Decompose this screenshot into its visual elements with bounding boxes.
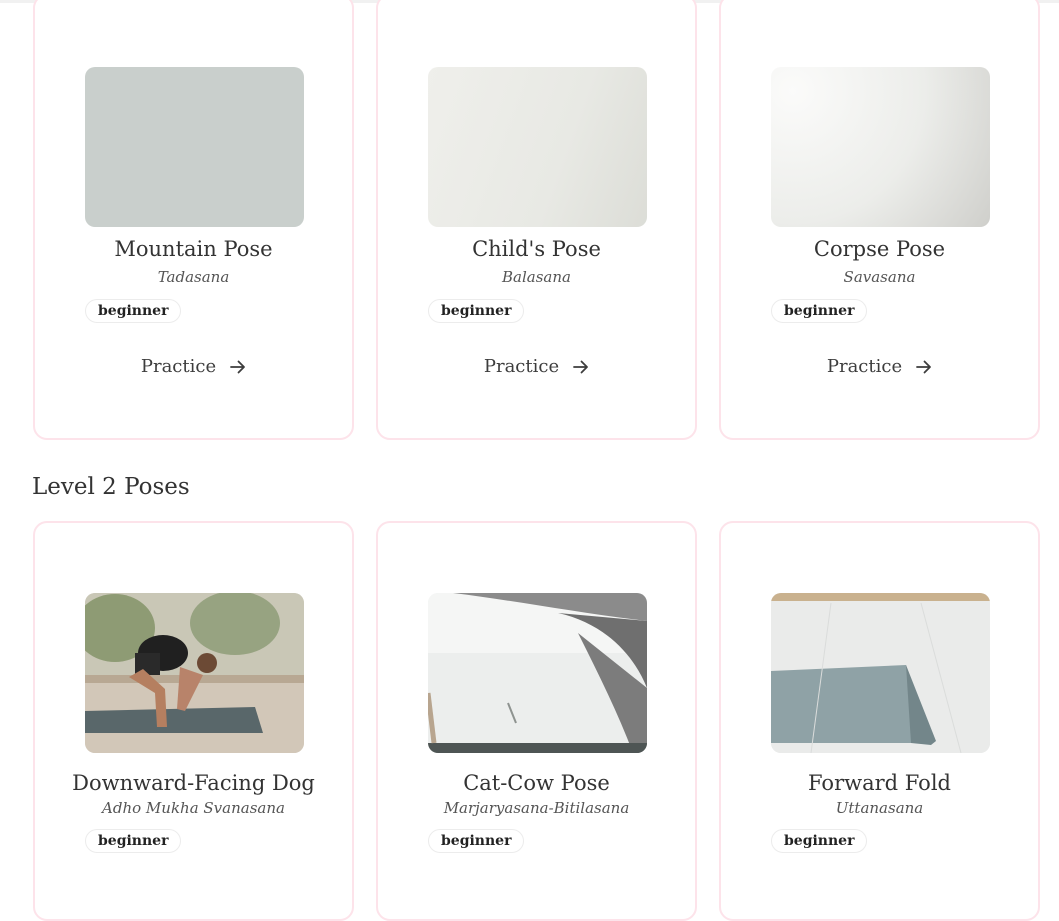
practice-label: Practice: [140, 356, 217, 377]
pose-sanskrit-name: Balasana: [502, 268, 571, 286]
pose-sanskrit-name: Savasana: [843, 268, 916, 286]
pose-sanskrit-name: Uttanasana: [835, 799, 924, 817]
pose-card-corpse[interactable]: Corpse Pose Savasana beginner Practice: [719, 0, 1040, 440]
pose-photo: [771, 593, 990, 753]
pose-sanskrit-name: Adho Mukha Svanasana: [102, 799, 285, 817]
level-badge: beginner: [85, 829, 182, 853]
practice-label: Practice: [826, 356, 903, 377]
pose-title: Child's Pose: [472, 237, 601, 261]
level-badge: beginner: [428, 829, 525, 853]
pose-card-childs[interactable]: Child's Pose Balasana beginner Practice: [376, 0, 697, 440]
pose-title: Downward-Facing Dog: [72, 771, 315, 795]
level-badge: beginner: [771, 829, 868, 853]
level-badge: beginner: [428, 299, 525, 323]
pose-image-placeholder: [771, 67, 990, 227]
pose-grid-level-1: Mountain Pose Tadasana beginner Practice…: [33, 0, 1041, 440]
arrow-right-icon: [916, 360, 932, 373]
pose-image-placeholder: [428, 67, 647, 227]
pose-photo: [428, 593, 647, 753]
pose-title: Corpse Pose: [813, 237, 946, 261]
practice-link[interactable]: Practice: [378, 356, 695, 377]
pose-card-forward-fold[interactable]: Forward Fold Uttanasana beginner: [719, 521, 1040, 921]
pose-image-placeholder: [85, 67, 304, 227]
arrow-right-icon: [573, 360, 589, 373]
pose-sanskrit-name: Marjaryasana-Bitilasana: [443, 799, 630, 817]
practice-link[interactable]: Practice: [35, 356, 352, 377]
pose-title: Cat-Cow Pose: [463, 771, 610, 795]
pose-card-downward-dog[interactable]: Downward-Facing Dog Adho Mukha Svanasana…: [33, 521, 354, 921]
practice-label: Practice: [483, 356, 560, 377]
section-title-level-2: Level 2 Poses: [32, 474, 190, 500]
practice-link[interactable]: Practice: [721, 356, 1038, 377]
pose-photo: [85, 593, 304, 753]
level-badge: beginner: [771, 299, 868, 323]
pose-card-cat-cow[interactable]: Cat-Cow Pose Marjaryasana-Bitilasana beg…: [376, 521, 697, 921]
pose-sanskrit-name: Tadasana: [157, 268, 230, 286]
pose-title: Mountain Pose: [114, 237, 273, 261]
pose-grid-level-2: Downward-Facing Dog Adho Mukha Svanasana…: [33, 521, 1041, 921]
pose-title: Forward Fold: [808, 771, 951, 795]
pose-card-mountain[interactable]: Mountain Pose Tadasana beginner Practice: [33, 0, 354, 440]
arrow-right-icon: [230, 360, 246, 373]
level-badge: beginner: [85, 299, 182, 323]
